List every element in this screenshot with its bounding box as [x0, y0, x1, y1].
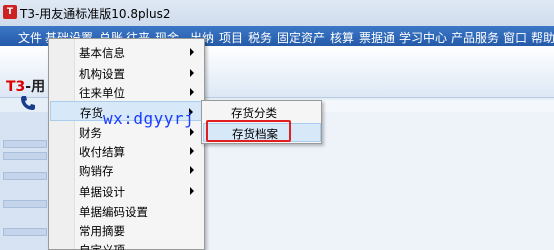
- window-title: T3-用友通标准版10.8plus2: [20, 7, 171, 21]
- menu-product-service[interactable]: 产品服务: [451, 29, 499, 46]
- menu-item-purchase-sales[interactable]: 购销存: [50, 160, 204, 180]
- submenu-arrow-icon: [190, 147, 194, 155]
- menu-bill-pass[interactable]: 票据通: [359, 29, 395, 46]
- submenu-arrow-icon: [190, 88, 194, 96]
- menu-learning-center[interactable]: 学习中心: [399, 29, 447, 46]
- menu-item-label: 往来单位: [79, 86, 125, 100]
- submenu-arrow-icon: [190, 48, 194, 56]
- highlight-box: [206, 120, 291, 142]
- left-pane-bar[interactable]: [3, 228, 47, 236]
- menu-item-label: 常用摘要: [79, 224, 125, 238]
- menu-item-label: 存货: [80, 106, 103, 120]
- left-pane: [0, 112, 50, 250]
- menu-item-label: 购销存: [79, 164, 114, 178]
- submenu-arrow-icon: [190, 128, 194, 136]
- menu-item-label: 单据设计: [79, 185, 125, 199]
- menu-item-label: 财务: [79, 126, 102, 140]
- menu-window[interactable]: 窗口: [503, 29, 527, 46]
- left-pane-bar[interactable]: [3, 172, 47, 180]
- menu-item-settlement[interactable]: 收付结算: [50, 141, 204, 161]
- left-pane-bar[interactable]: [3, 200, 47, 208]
- left-pane-bar[interactable]: [3, 140, 47, 148]
- menu-item-document-design[interactable]: 单据设计: [50, 181, 204, 201]
- watermark-text: wx:dgyyrj: [103, 109, 195, 128]
- menu-help[interactable]: 帮助: [531, 29, 554, 46]
- menu-item-common-summary[interactable]: 常用摘要: [50, 220, 204, 240]
- submenu-item-label: 存货分类: [231, 106, 277, 120]
- menu-item-partners[interactable]: 往来单位: [50, 82, 204, 102]
- menu-item-label: 收付结算: [79, 145, 125, 159]
- menu-item-label: 机构设置: [79, 67, 125, 81]
- submenu-arrow-icon: [190, 69, 194, 77]
- phone-icon[interactable]: [20, 95, 36, 111]
- menu-item-document-numbering[interactable]: 单据编码设置: [50, 201, 204, 221]
- menu-fixed-assets[interactable]: 固定资产: [277, 29, 325, 46]
- menu-file[interactable]: 文件: [18, 29, 42, 46]
- submenu-arrow-icon: [190, 187, 194, 195]
- submenu-arrow-icon: [190, 166, 194, 174]
- menu-item-label: 基本信息: [79, 46, 125, 60]
- menu-accounting[interactable]: 核算: [330, 29, 354, 46]
- left-pane-bar[interactable]: [3, 152, 47, 160]
- menu-item-label: 单据编码设置: [79, 205, 148, 219]
- title-bar: T T3-用友通标准版10.8plus2: [0, 0, 554, 26]
- app-icon: T: [3, 5, 17, 19]
- logo: T3-用: [6, 79, 46, 95]
- basic-settings-dropdown: 基本信息 机构设置 往来单位 存货 财务 收付结算 购销存 单据设计 单据编码设…: [48, 38, 205, 250]
- menu-tax[interactable]: 税务: [248, 29, 272, 46]
- menu-project[interactable]: 项目: [219, 29, 243, 46]
- menu-item-custom-items[interactable]: 自定义项: [50, 239, 204, 250]
- menu-item-label: 自定义项: [79, 243, 125, 250]
- menu-item-basic-info[interactable]: 基本信息: [50, 42, 204, 62]
- menu-item-org-settings[interactable]: 机构设置: [50, 63, 204, 83]
